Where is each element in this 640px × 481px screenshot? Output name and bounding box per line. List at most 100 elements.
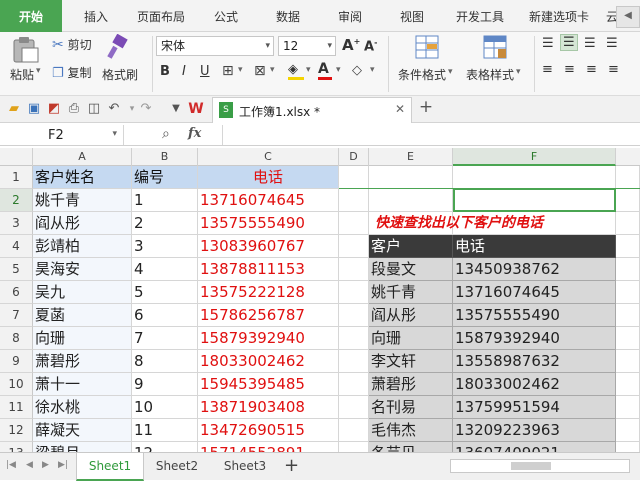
lookup-cell-phone[interactable]: 13209223963 [453,419,616,442]
header-cell-id[interactable]: 编号 [132,166,198,189]
grid-cell[interactable] [369,189,453,212]
lookup-cell-customer[interactable]: 向珊 [369,327,453,350]
row-header[interactable]: 1 [0,166,33,189]
grid-cell[interactable] [616,304,640,327]
lookup-cell-phone[interactable]: 13450938762 [453,258,616,281]
column-header-c[interactable]: C [198,148,339,166]
align-bottom-icon[interactable]: ☰ [584,36,596,51]
table-cell-name[interactable]: 向珊 [33,327,132,350]
grid-cell[interactable] [339,281,369,304]
tab-developer[interactable]: 开发工具 [448,0,512,32]
table-cell-id[interactable]: 2 [132,212,198,235]
select-all-corner[interactable] [0,148,33,166]
grid-cell[interactable] [616,419,640,442]
chevron-down-icon[interactable]: ▾ [238,65,243,75]
align-top-icon[interactable]: ☰ [542,36,554,51]
grid-cell[interactable] [339,212,369,235]
sheet-tab-sheet2[interactable]: Sheet2 [146,453,208,479]
row-header[interactable]: 11 [0,396,33,419]
table-cell-name[interactable]: 徐水桃 [33,396,132,419]
table-cell-name[interactable]: 昊海安 [33,258,132,281]
table-cell-id[interactable]: 6 [132,304,198,327]
format-painter-button[interactable] [106,33,130,63]
print-preview-icon[interactable]: ◫ [86,101,102,117]
lookup-cell-customer[interactable]: 冬芸贝 [369,442,453,452]
table-cell-name[interactable]: 夏菡 [33,304,132,327]
align-left-icon[interactable]: ☰ [606,36,618,51]
function-icon[interactable]: fx [188,126,201,141]
export-pdf-icon[interactable]: ◩ [46,101,62,117]
lookup-cell-phone[interactable]: 15879392940 [453,327,616,350]
add-sheet-icon[interactable]: + [284,455,299,476]
active-cell-f2[interactable] [453,188,616,212]
paste-button[interactable] [10,36,40,67]
align-right-icon[interactable]: ≡ [586,62,597,77]
new-tab-plus-icon[interactable]: + [418,99,434,116]
row-header[interactable]: 4 [0,235,33,258]
table-cell-phone[interactable]: 13716074645 [198,189,339,212]
table-style-button[interactable] [482,34,508,63]
header-cell-customer-name[interactable]: 客户姓名 [33,166,132,189]
paste-dropdown-icon[interactable]: ▾ [36,66,41,76]
row-header[interactable]: 12 [0,419,33,442]
horizontal-scrollbar[interactable] [450,459,630,473]
ribbon-scroll-icon[interactable]: ◀ [616,6,640,28]
column-header-e[interactable]: E [369,148,453,166]
tab-page-layout[interactable]: 页面布局 [128,0,194,32]
first-sheet-icon[interactable]: |◀ [6,460,16,470]
grid-cell[interactable] [339,419,369,442]
grid-cell[interactable] [616,235,640,258]
font-name-select[interactable]: 宋体 ▾ [156,36,274,56]
table-cell-id[interactable]: 12 [132,442,198,452]
tab-view[interactable]: 视图 [386,0,438,32]
table-cell-phone[interactable]: 13575222128 [198,281,339,304]
grid-cell[interactable] [616,442,640,452]
table-cell-phone[interactable]: 15714552891 [198,442,339,452]
table-cell-phone[interactable]: 13575555490 [198,212,339,235]
underline-icon[interactable]: U [200,64,210,79]
lookup-cell-customer[interactable]: 段曼文 [369,258,453,281]
save-icon[interactable]: ▣ [26,101,42,117]
grid-cell[interactable] [339,373,369,396]
lookup-cell-customer[interactable]: 姚千青 [369,281,453,304]
grid-cell[interactable] [616,327,640,350]
copy-button[interactable]: ❐ 复制 [52,64,92,81]
italic-icon[interactable]: I [182,64,186,79]
chevron-down-icon[interactable]: ▾ [306,65,311,75]
grid-cell[interactable] [339,304,369,327]
wps-logo-icon[interactable]: W [188,101,204,117]
document-tab[interactable]: S 工作簿1.xlsx * ✕ [212,97,412,123]
cut-button[interactable]: ✂ 剪切 [52,36,92,53]
lookup-cell-phone[interactable]: 13759951594 [453,396,616,419]
lookup-cell-phone[interactable]: 18033002462 [453,373,616,396]
fill-color-button[interactable]: ◈ [288,62,304,80]
table-cell-id[interactable]: 11 [132,419,198,442]
grid-cell[interactable] [339,350,369,373]
chevron-down-icon[interactable]: ▾ [336,65,341,75]
row-header[interactable]: 2 [0,189,33,212]
table-cell-phone[interactable]: 15879392940 [198,327,339,350]
align-text-left-icon[interactable]: ≡ [542,62,553,77]
row-header[interactable]: 7 [0,304,33,327]
table-cell-name[interactable]: 梁碧月 [33,442,132,452]
align-center-icon[interactable]: ≡ [564,62,575,77]
tab-insert[interactable]: 插入 [70,0,122,32]
table-cell-name[interactable]: 彭靖柏 [33,235,132,258]
grid-cell[interactable] [339,166,369,189]
table-cell-phone[interactable]: 13083960767 [198,235,339,258]
table-cell-phone[interactable]: 15786256787 [198,304,339,327]
lookup-cell-customer[interactable]: 萧碧彤 [369,373,453,396]
tab-new-tab[interactable]: 新建选项卡 [520,0,598,32]
row-header[interactable]: 10 [0,373,33,396]
grid-cell[interactable] [339,396,369,419]
scrollbar-thumb[interactable] [511,462,551,470]
borders-icon[interactable]: ⊞ [222,63,234,79]
table-cell-phone[interactable]: 13472690515 [198,419,339,442]
table-cell-phone[interactable]: 18033002462 [198,350,339,373]
lookup-header-customer[interactable]: 客户 [369,235,453,258]
row-header[interactable]: 5 [0,258,33,281]
align-middle-icon[interactable]: ☰ [560,34,578,51]
increase-font-icon[interactable]: A+ [342,36,360,54]
clear-format-icon[interactable]: ◇ [352,63,362,78]
row-header[interactable]: 13 [0,442,33,452]
